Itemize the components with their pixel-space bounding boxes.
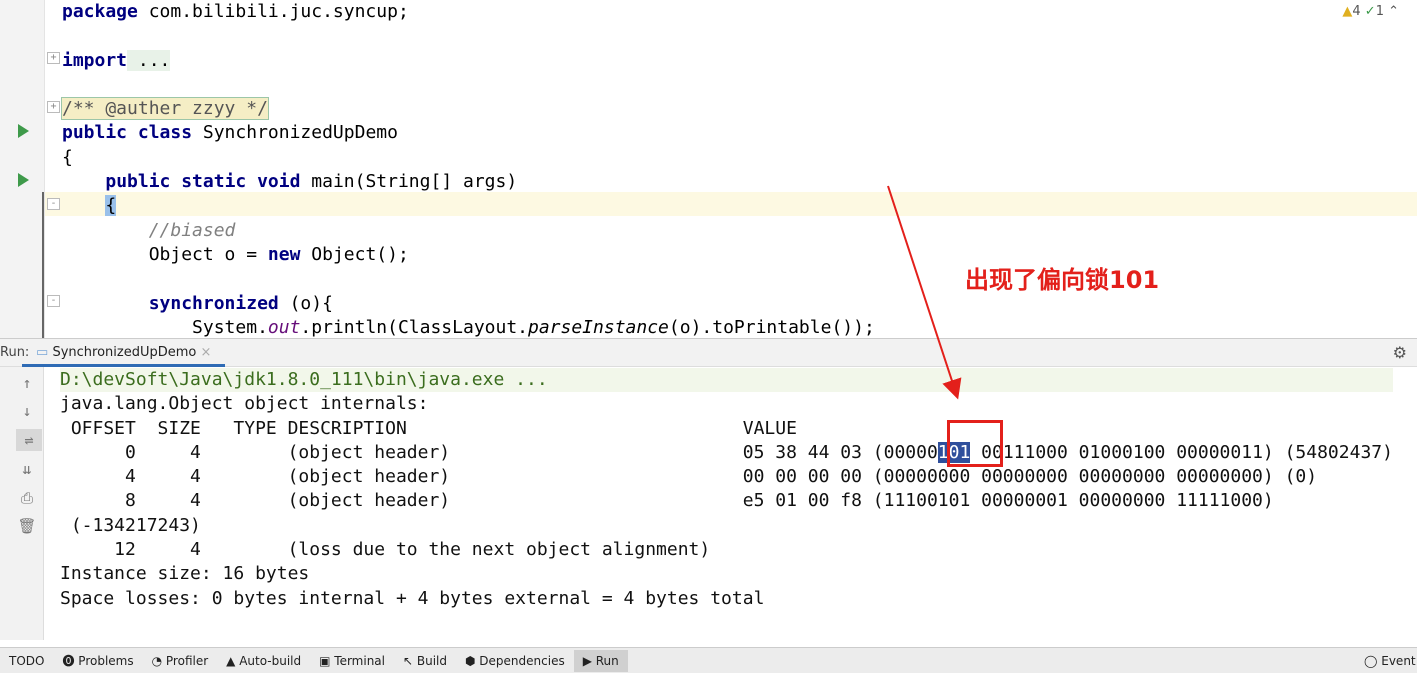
annotation-arrow — [887, 185, 962, 400]
arrow-line — [887, 185, 962, 400]
highlight-box — [947, 420, 1003, 467]
annotation-text: 出现了偏向锁101 — [965, 266, 1160, 294]
